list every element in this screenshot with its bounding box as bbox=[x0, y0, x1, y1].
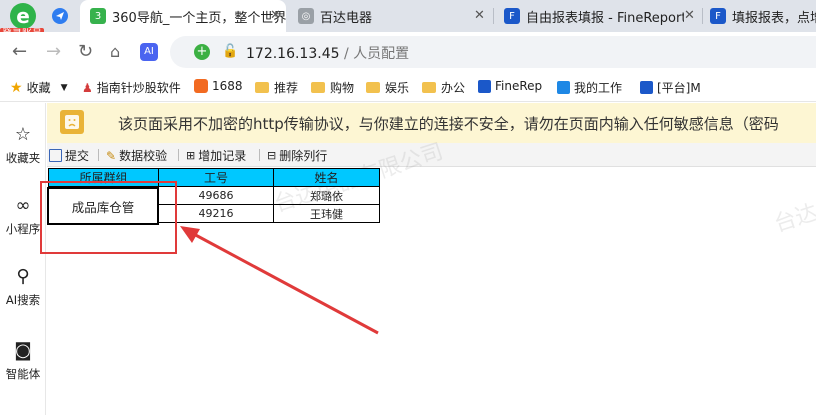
annotation-arrow bbox=[180, 226, 379, 335]
